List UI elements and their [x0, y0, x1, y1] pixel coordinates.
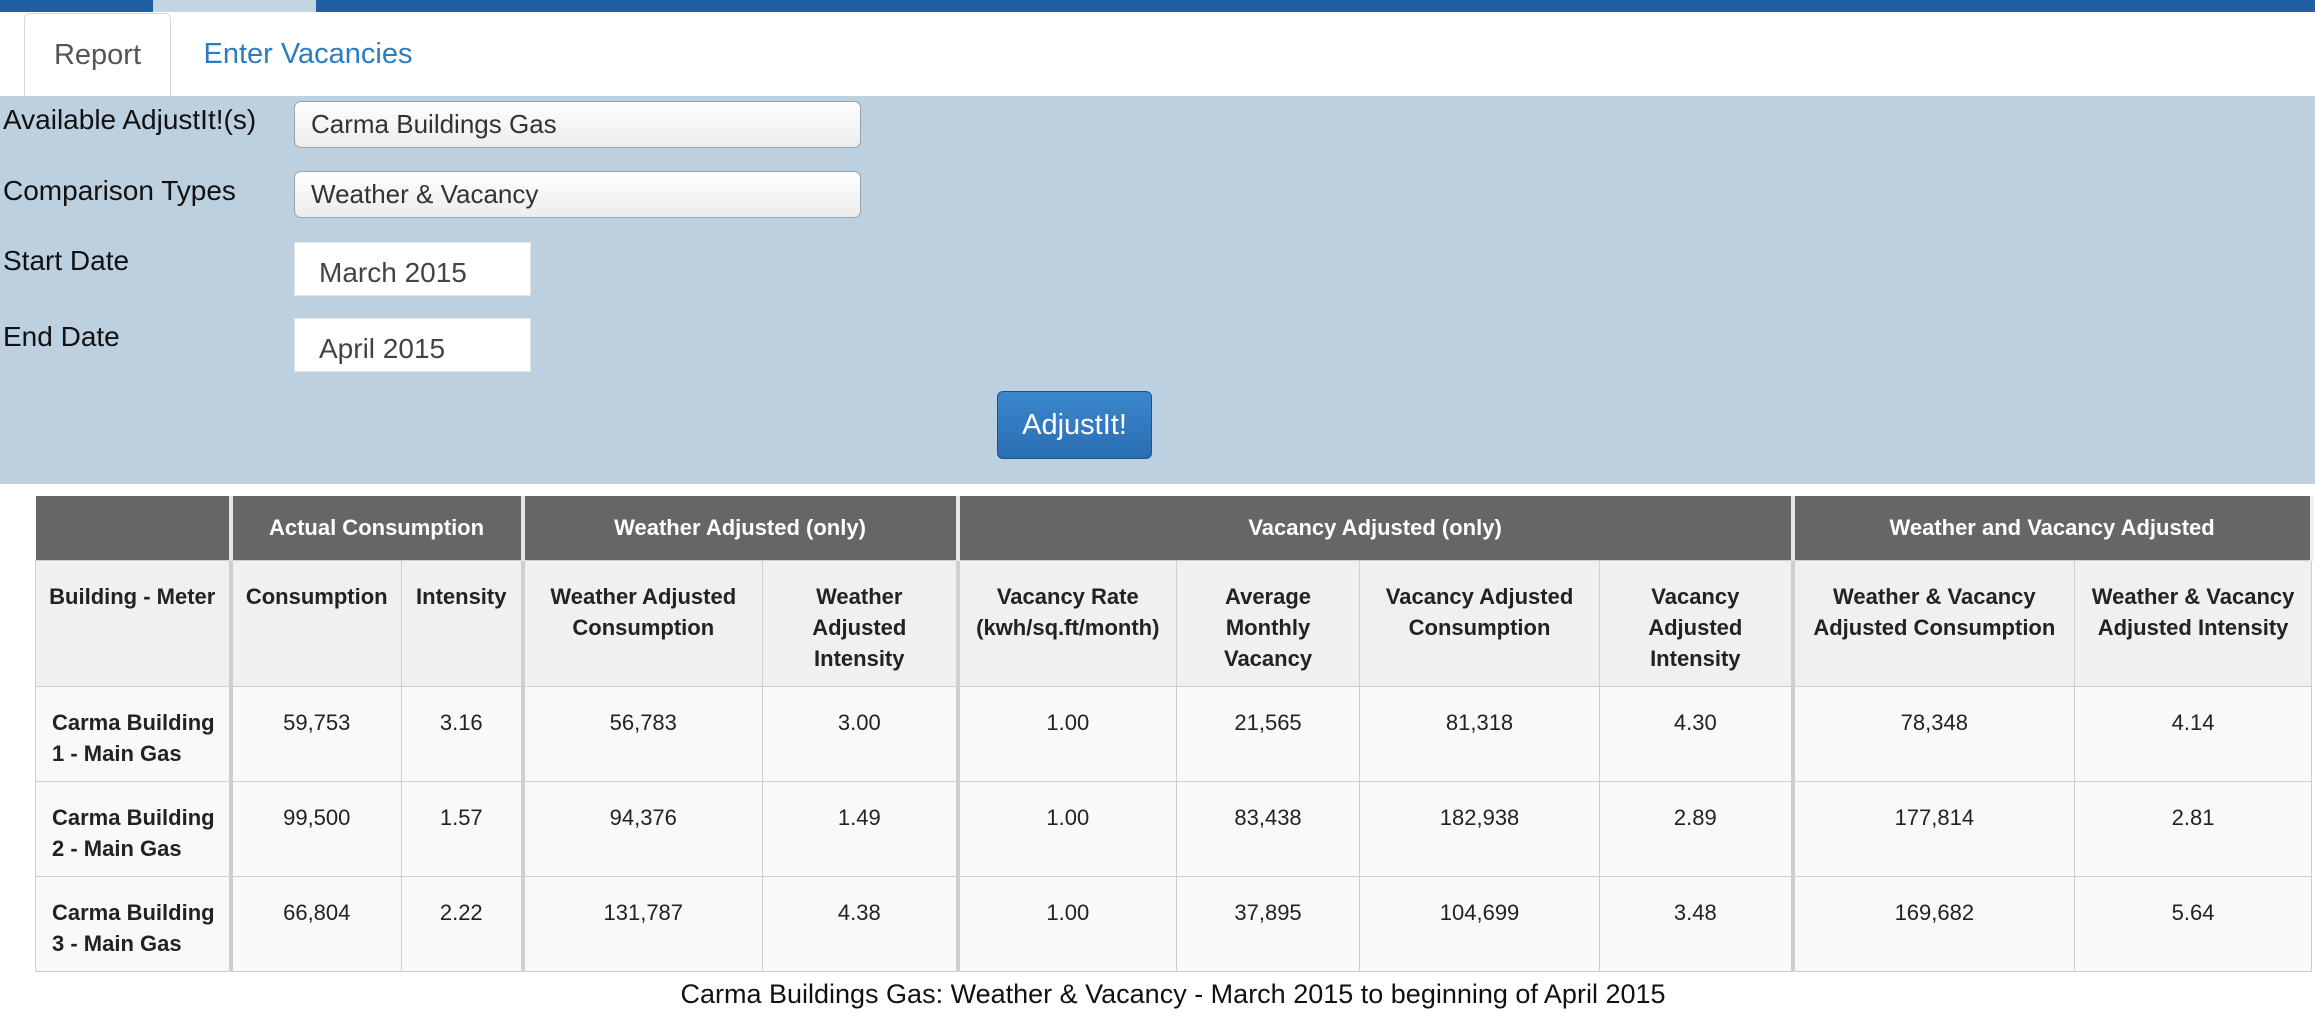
col-header-weather-adj-consumption: Weather Adjusted Consumption: [522, 559, 764, 687]
cell-vacancy-adj-consumption: 182,938: [1359, 780, 1601, 877]
col-header-weather-adj-intensity: Weather Adjusted Intensity: [762, 559, 960, 687]
cell-vacancy-adj-intensity: 2.89: [1599, 780, 1795, 877]
top-nav-highlight: [153, 0, 316, 12]
cell-wv-adj-consumption: 78,348: [1792, 685, 2076, 782]
cell-vacancy-rate: 1.00: [957, 685, 1178, 782]
available-adjustits-label: Available AdjustIt!(s): [3, 104, 257, 135]
cell-vacancy-rate: 1.00: [957, 875, 1178, 972]
cell-wv-adj-intensity: 2.81: [2074, 780, 2313, 877]
col-header-consumption: Consumption: [230, 559, 402, 687]
tab-bar: Report Enter Vacancies: [0, 12, 2315, 97]
start-date-label: Start Date: [3, 245, 130, 276]
cell-vacancy-adj-consumption: 81,318: [1359, 685, 1601, 782]
col-header-vacancy-adj-intensity: Vacancy Adjusted Intensity: [1599, 559, 1795, 687]
cell-consumption: 66,804: [230, 875, 402, 972]
cell-wv-adj-intensity: 5.64: [2074, 875, 2313, 972]
comparison-types-label: Comparison Types: [3, 175, 236, 206]
cell-avg-monthly-vacancy: 83,438: [1176, 780, 1361, 877]
end-date-label: End Date: [3, 321, 120, 352]
cell-consumption: 59,753: [230, 685, 402, 782]
cell-wv-adj-consumption: 169,682: [1792, 875, 2076, 972]
col-header-intensity: Intensity: [400, 559, 525, 687]
table-row: Carma Building 3 - Main Gas 66,804 2.22 …: [35, 875, 2313, 972]
group-header-vacancy: Vacancy Adjusted (only): [957, 496, 1795, 560]
adjustit-button[interactable]: AdjustIt!: [997, 391, 1152, 459]
cell-weather-adj-consumption: 94,376: [522, 780, 764, 877]
cell-building: Carma Building 1 - Main Gas: [35, 685, 233, 782]
cell-vacancy-adj-consumption: 104,699: [1359, 875, 1601, 972]
cell-weather-adj-consumption: 56,783: [522, 685, 764, 782]
col-header-avg-monthly-vacancy: Average Monthly Vacancy: [1176, 559, 1361, 687]
cell-building: Carma Building 2 - Main Gas: [35, 780, 233, 877]
end-date-input[interactable]: April 2015: [294, 318, 531, 372]
column-header-row: Building - Meter Consumption Intensity W…: [35, 559, 2313, 687]
col-header-wv-adj-consumption: Weather & Vacancy Adjusted Consumption: [1792, 559, 2076, 687]
table-row: Carma Building 1 - Main Gas 59,753 3.16 …: [35, 685, 2313, 782]
group-header-weather-vacancy: Weather and Vacancy Adjusted: [1792, 496, 2314, 560]
cell-consumption: 99,500: [230, 780, 402, 877]
cell-vacancy-adj-intensity: 3.48: [1599, 875, 1795, 972]
cell-vacancy-adj-intensity: 4.30: [1599, 685, 1795, 782]
col-header-building-meter: Building - Meter: [35, 559, 233, 687]
col-header-vacancy-adj-consumption: Vacancy Adjusted Consumption: [1359, 559, 1601, 687]
cell-intensity: 2.22: [400, 875, 525, 972]
tab-report[interactable]: Report: [24, 13, 171, 97]
cell-intensity: 3.16: [400, 685, 525, 782]
cell-wv-adj-intensity: 4.14: [2074, 685, 2313, 782]
report-caption: Carma Buildings Gas: Weather & Vacancy -…: [680, 979, 1666, 1009]
group-header-weather: Weather Adjusted (only): [522, 496, 960, 560]
available-adjustits-select[interactable]: Carma Buildings Gas: [294, 101, 861, 148]
comparison-types-select[interactable]: Weather & Vacancy: [294, 171, 861, 218]
adjustit-form-panel: Available AdjustIt!(s) Carma Buildings G…: [0, 96, 2315, 484]
cell-weather-adj-intensity: 1.49: [762, 780, 960, 877]
group-header-blank: [35, 496, 233, 560]
cell-avg-monthly-vacancy: 21,565: [1176, 685, 1361, 782]
group-header-row: Actual Consumption Weather Adjusted (onl…: [35, 496, 2314, 560]
group-header-actual: Actual Consumption: [230, 496, 525, 560]
cell-weather-adj-intensity: 3.00: [762, 685, 960, 782]
results-table: Actual Consumption Weather Adjusted (onl…: [35, 496, 2314, 972]
col-header-vacancy-rate: Vacancy Rate (kwh/sq.ft/month): [957, 559, 1178, 687]
tab-enter-vacancies[interactable]: Enter Vacancies: [190, 13, 426, 95]
col-header-wv-adj-intensity: Weather & Vacancy Adjusted Intensity: [2074, 559, 2313, 687]
cell-intensity: 1.57: [400, 780, 525, 877]
cell-building: Carma Building 3 - Main Gas: [35, 875, 233, 972]
top-nav-bar: [0, 0, 2315, 12]
cell-wv-adj-consumption: 177,814: [1792, 780, 2076, 877]
cell-weather-adj-intensity: 4.38: [762, 875, 960, 972]
start-date-input[interactable]: March 2015: [294, 242, 531, 296]
table-row: Carma Building 2 - Main Gas 99,500 1.57 …: [35, 780, 2313, 877]
cell-avg-monthly-vacancy: 37,895: [1176, 875, 1361, 972]
cell-weather-adj-consumption: 131,787: [522, 875, 764, 972]
cell-vacancy-rate: 1.00: [957, 780, 1178, 877]
